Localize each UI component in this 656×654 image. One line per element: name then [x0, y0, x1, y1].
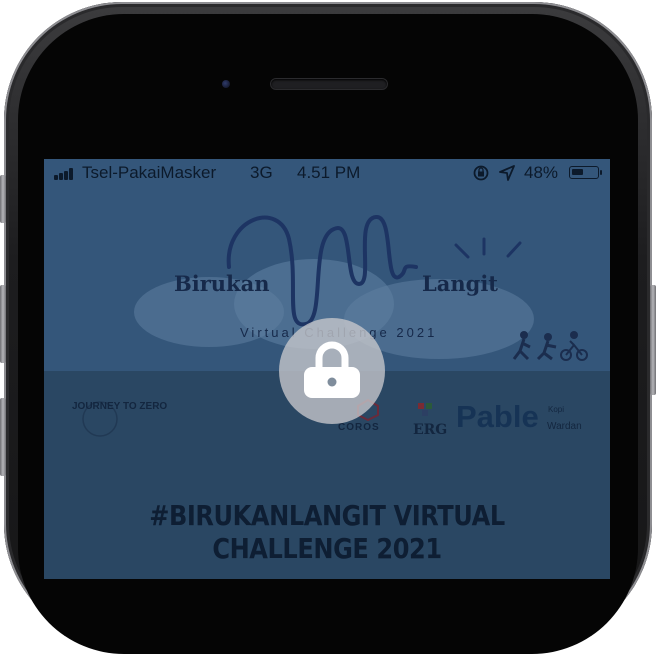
earpiece-speaker [271, 79, 387, 89]
journey-to-zero-logo-text: JOURNEY TO ZERO [72, 401, 168, 412]
kopi-wardan-logo-top: Kopi [548, 405, 565, 414]
signal-icon [54, 168, 76, 180]
volume-down-button [0, 398, 6, 476]
status-bar: Tsel-PakaiMasker 3G 4.51 PM 48% [44, 159, 610, 187]
lock-overlay[interactable] [279, 318, 385, 424]
runners-icon [512, 331, 588, 361]
front-camera-icon [222, 80, 230, 88]
battery-percent: 48% [524, 163, 559, 182]
challenge-title: #BIRUKANLANGIT VIRTUAL CHALLENGE 2021 [149, 499, 505, 565]
pable-logo: Pable [456, 399, 539, 434]
orientation-lock-icon [473, 165, 489, 181]
status-time: 4.51 PM [297, 163, 361, 182]
network-type: 3G [250, 163, 273, 182]
mute-switch [0, 175, 6, 223]
banner-title-right: Langit [422, 271, 499, 296]
banner-title-left: Birukan [174, 271, 270, 296]
carrier-name: Tsel-PakaiMasker [82, 163, 217, 182]
lock-icon [304, 341, 360, 398]
erg-logo: ERG [413, 422, 448, 438]
location-arrow-icon [499, 165, 515, 181]
erg-logo-mark [418, 403, 432, 416]
battery-icon [569, 166, 602, 179]
volume-up-button [0, 285, 6, 363]
kopi-wardan-logo-bottom: Wardan [547, 421, 582, 432]
power-button [650, 285, 656, 395]
